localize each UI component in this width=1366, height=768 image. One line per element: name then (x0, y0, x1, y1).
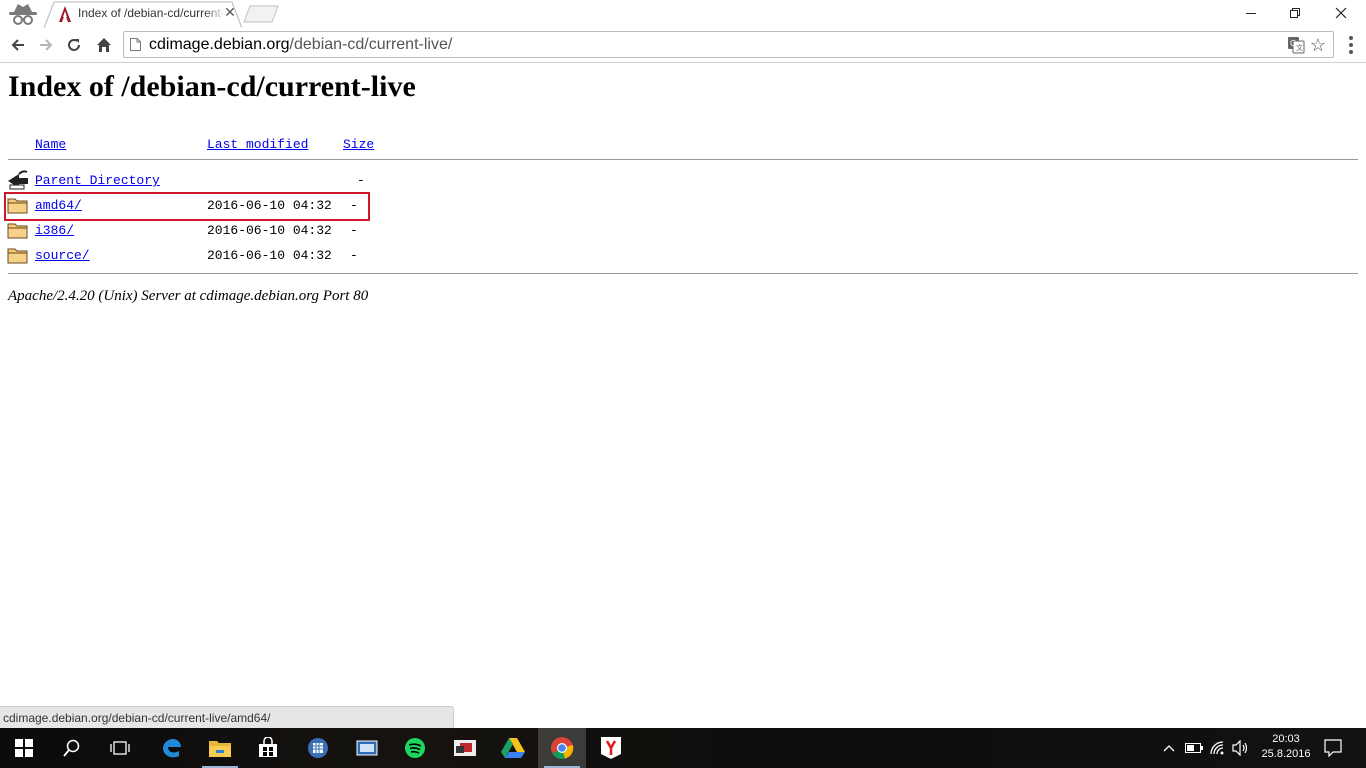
column-header-last-modified: Last modified (207, 137, 308, 152)
battery-icon (1185, 743, 1203, 753)
close-window-button[interactable] (1318, 0, 1364, 26)
show-hidden-icons-button[interactable] (1160, 728, 1178, 768)
wifi-icon (1210, 741, 1224, 755)
arrow-right-icon (40, 39, 53, 51)
chrome-menu-button[interactable] (1341, 33, 1361, 57)
modified-date: 2016-06-10 04:32 (207, 223, 332, 238)
page-title: Index of /debian-cd/current-live (8, 70, 416, 103)
browser-tab[interactable]: Index of /debian-cd/current-live ✕ (44, 1, 242, 28)
chrome-icon (551, 737, 574, 760)
incognito-icon (6, 1, 42, 27)
i386-link[interactable]: i386/ (35, 223, 74, 238)
divider (8, 159, 1358, 160)
battery-button[interactable] (1183, 728, 1205, 768)
browser-toolbar: cdimage.debian.org/debian-cd/current-liv… (0, 28, 1366, 63)
source-link[interactable]: source/ (35, 248, 90, 263)
app-icon-2 (356, 740, 378, 756)
modified-date: 2016-06-10 04:32 (207, 248, 332, 263)
network-button[interactable] (1207, 728, 1229, 768)
app-button[interactable] (294, 728, 342, 768)
file-explorer-icon (209, 741, 231, 757)
tab-strip: Index of /debian-cd/current-live ✕ (0, 0, 1366, 28)
edge-button[interactable] (147, 728, 195, 768)
edge-icon (163, 739, 181, 758)
file-explorer-button[interactable] (196, 728, 244, 768)
url-host: cdimage.debian.org (149, 36, 290, 53)
restore-button[interactable] (1272, 0, 1318, 26)
notification-icon (1324, 739, 1342, 757)
sort-by-size-link[interactable]: Size (343, 137, 374, 152)
reload-icon (68, 39, 80, 51)
app-icon-3 (454, 740, 476, 756)
list-item-parent-directory: Parent Directory - (0, 169, 700, 194)
bookmark-star-icon[interactable]: ☆ (1308, 35, 1328, 55)
tab-close-icon[interactable]: ✕ (222, 4, 238, 20)
action-center-button[interactable] (1320, 728, 1346, 768)
list-item-i386: i386/ 2016-06-10 04:32 - (0, 219, 700, 244)
column-header-name: Name (35, 137, 66, 152)
back-button[interactable] (6, 33, 30, 57)
svg-text:文: 文 (1296, 43, 1303, 52)
apache-favicon-icon (58, 6, 72, 22)
app-button-3[interactable] (441, 728, 489, 768)
yandex-icon (601, 737, 621, 759)
address-bar[interactable]: cdimage.debian.org/debian-cd/current-liv… (123, 31, 1334, 58)
back-icon (7, 169, 29, 191)
yandex-button[interactable] (587, 728, 635, 768)
highlight-box (4, 192, 370, 221)
translate-icon[interactable]: G文 (1287, 36, 1305, 54)
page-icon (130, 38, 141, 51)
windows-start-icon (15, 739, 33, 757)
google-drive-icon (501, 738, 525, 758)
volume-button[interactable] (1230, 728, 1252, 768)
clock-time: 20:03 (1272, 733, 1300, 745)
app-icon (308, 738, 328, 758)
app-button-2[interactable] (343, 728, 391, 768)
search-button[interactable] (48, 728, 96, 768)
parent-directory-link[interactable]: Parent Directory (35, 173, 160, 188)
sort-by-last-modified-link[interactable]: Last modified (207, 137, 308, 152)
status-url: cdimage.debian.org/debian-cd/current-liv… (3, 711, 271, 725)
divider (8, 273, 1358, 274)
server-signature: Apache/2.4.20 (Unix) Server at cdimage.d… (8, 288, 369, 304)
chevron-up-icon (1163, 745, 1175, 752)
tab-title: Index of /debian-cd/current-live (78, 6, 226, 20)
search-icon (63, 739, 80, 757)
minimize-button[interactable] (1228, 0, 1274, 26)
column-header-size: Size (343, 137, 374, 152)
sort-by-name-link[interactable]: Name (35, 137, 66, 152)
store-icon (259, 737, 277, 757)
file-size: - (357, 173, 365, 188)
taskbar: 20:03 25.8.2016 (0, 728, 1366, 768)
task-view-icon (110, 741, 130, 755)
task-view-button[interactable] (96, 728, 144, 768)
forward-button[interactable] (34, 33, 58, 57)
list-item-source: source/ 2016-06-10 04:32 - (0, 244, 700, 269)
home-icon (97, 38, 111, 52)
page-content: Index of /debian-cd/current-live Name La… (0, 63, 1366, 728)
speaker-icon (1232, 740, 1248, 756)
file-size: - (350, 248, 358, 263)
folder-icon (7, 219, 29, 241)
google-drive-button[interactable] (489, 728, 537, 768)
new-tab-button[interactable] (243, 5, 279, 23)
status-bubble: cdimage.debian.org/debian-cd/current-liv… (0, 706, 454, 728)
chrome-button[interactable] (538, 728, 586, 768)
folder-icon (7, 244, 29, 266)
spotify-icon (405, 738, 425, 758)
store-button[interactable] (244, 728, 292, 768)
url-text: cdimage.debian.org/debian-cd/current-liv… (149, 36, 452, 54)
home-button[interactable] (92, 33, 116, 57)
url-path: /debian-cd/current-live/ (289, 36, 453, 53)
reload-button[interactable] (62, 33, 86, 57)
file-size: - (350, 223, 358, 238)
spotify-button[interactable] (391, 728, 439, 768)
arrow-left-icon (11, 39, 24, 51)
clock[interactable]: 20:03 25.8.2016 (1255, 732, 1317, 762)
clock-date: 25.8.2016 (1261, 748, 1311, 760)
start-button[interactable] (0, 728, 48, 768)
